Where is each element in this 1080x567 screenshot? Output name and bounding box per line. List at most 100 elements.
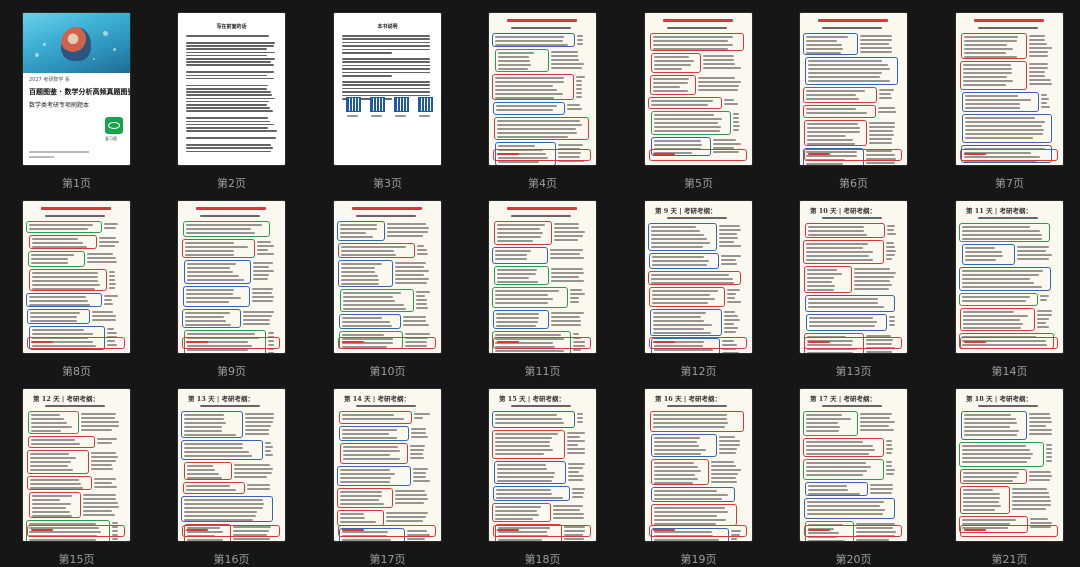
note-line	[721, 259, 736, 261]
page-preview[interactable]: 第 11 天 | 考研考纲：	[956, 201, 1063, 353]
page-preview[interactable]	[178, 201, 285, 353]
summary-stroke	[964, 153, 986, 155]
page-preview[interactable]	[645, 13, 752, 165]
page-preview[interactable]: 第 15 天 | 考研考纲：	[489, 389, 596, 541]
note-line	[416, 307, 428, 309]
note-line	[341, 271, 375, 273]
note-line	[411, 432, 426, 434]
page-preview[interactable]: 本书说明	[334, 13, 441, 165]
note-line	[806, 462, 866, 464]
note-line	[91, 460, 116, 462]
note-line	[719, 229, 741, 231]
page-preview[interactable]: 第 10 天 | 考研考纲：	[800, 201, 907, 353]
text-line	[186, 51, 275, 54]
page-preview[interactable]: 2027 考研数学 系百题图鉴 · 数学分析高频真题图鉴 数学类考研专项刷题本 复习…	[23, 13, 130, 165]
page-preview[interactable]: 第 14 天 | 考研考纲：	[334, 389, 441, 541]
note-line	[807, 509, 885, 511]
note-line	[809, 325, 875, 327]
page-preview[interactable]	[800, 13, 907, 165]
note-line	[963, 472, 1019, 474]
note-line	[413, 476, 426, 478]
note-line	[654, 507, 725, 509]
note-line	[711, 461, 734, 463]
note-line	[387, 235, 423, 237]
note-line	[91, 468, 113, 470]
note-line	[497, 277, 529, 279]
note-line	[99, 245, 115, 247]
note-line	[32, 272, 98, 274]
note-line	[572, 496, 583, 498]
page-preview[interactable]: 第 13 天 | 考研考纲：	[178, 389, 285, 541]
page-number-label: 第21页	[991, 553, 1028, 566]
note-line	[577, 413, 583, 415]
note-line	[245, 429, 269, 431]
note-line	[724, 311, 735, 313]
note-line	[653, 86, 680, 88]
note-line	[187, 469, 215, 471]
text-line	[186, 147, 273, 149]
subheading-stroke	[356, 215, 416, 217]
note-line	[184, 455, 252, 457]
page-preview[interactable]	[489, 13, 596, 165]
note-line	[551, 51, 578, 53]
note-line	[962, 282, 1034, 284]
note-line	[963, 505, 1001, 507]
note-line	[30, 479, 79, 481]
page-preview[interactable]: 写在前面的话	[178, 13, 285, 165]
note-line	[733, 129, 739, 131]
page-preview[interactable]	[956, 13, 1063, 165]
note-line	[553, 505, 583, 507]
note-line	[414, 417, 423, 419]
page-preview[interactable]	[334, 201, 441, 353]
note-line	[567, 440, 585, 442]
summary-stroke	[653, 153, 675, 155]
note-line	[963, 489, 993, 491]
note-line	[722, 352, 739, 353]
page-number-label: 第4页	[528, 177, 557, 190]
note-line	[808, 489, 848, 491]
page-preview[interactable]	[489, 201, 596, 353]
page-preview[interactable]: 第 16 天 | 考研考纲：	[645, 389, 752, 541]
note-line	[807, 285, 835, 287]
note-line	[653, 426, 725, 428]
note-line	[886, 242, 894, 244]
note-line	[879, 97, 892, 99]
note-line	[495, 433, 558, 435]
note-line	[495, 350, 564, 352]
note-line	[109, 271, 115, 273]
note-line	[341, 250, 394, 252]
note-line	[551, 324, 581, 326]
text-line	[342, 91, 430, 93]
subheading-stroke	[978, 27, 1038, 29]
note-line	[703, 59, 734, 61]
page-number-label: 第1页	[62, 177, 91, 190]
note-line	[963, 493, 1000, 495]
note-line	[257, 245, 274, 247]
note-line	[963, 72, 1012, 74]
note-line	[32, 280, 98, 282]
page-preview[interactable]: 第 12 天 | 考研考纲：	[23, 389, 130, 541]
note-line	[733, 117, 739, 119]
note-line	[963, 497, 1000, 499]
note-line	[869, 130, 893, 132]
note-line	[497, 224, 545, 226]
note-line	[713, 139, 736, 141]
page-preview[interactable]: 第 18 天 | 考研考纲：	[956, 389, 1063, 541]
note-line	[962, 278, 1030, 280]
note-line	[31, 418, 64, 420]
text-line	[186, 42, 275, 44]
text-line	[342, 68, 430, 70]
page-preview[interactable]: 第 17 天 | 考研考纲：	[800, 389, 907, 541]
page-heading-stroke	[196, 207, 266, 210]
note-line	[497, 132, 577, 134]
note-line	[653, 40, 728, 42]
note-line	[866, 162, 895, 164]
page-preview[interactable]	[23, 201, 130, 353]
page-preview[interactable]: 第 9 天 | 考研考纲：	[645, 201, 752, 353]
note-line	[32, 284, 100, 286]
bubble	[113, 48, 116, 51]
note-line	[1041, 94, 1047, 96]
note-line	[554, 239, 578, 241]
note-line	[31, 258, 68, 260]
note-line	[654, 453, 701, 455]
